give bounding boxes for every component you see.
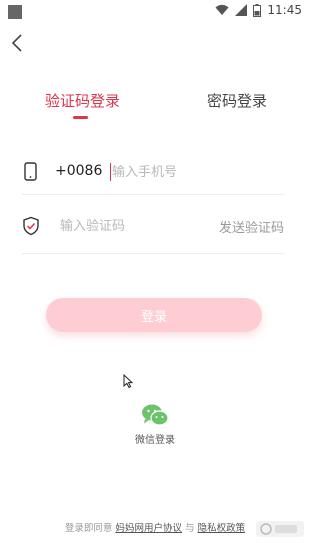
status-time: 11:45 <box>267 3 302 17</box>
login-button[interactable]: 登录 <box>46 298 262 332</box>
wechat-login-label: 微信登录 <box>135 435 175 446</box>
verification-code-input[interactable] <box>60 213 190 239</box>
mouse-cursor-icon <box>123 374 133 388</box>
code-row: 发送验证码 <box>22 206 284 246</box>
tab-sms-login[interactable]: 验证码登录 <box>45 90 120 111</box>
phone-row: +0086 <box>22 152 284 192</box>
country-code[interactable]: +0086 <box>55 163 102 179</box>
battery-icon <box>253 3 262 17</box>
status-bar: 11:45 <box>0 0 310 24</box>
wechat-icon[interactable] <box>141 403 169 427</box>
divider <box>22 253 284 254</box>
send-code-button[interactable]: 发送验证码 <box>219 217 284 236</box>
divider <box>22 194 284 195</box>
signal-icon <box>235 4 248 16</box>
user-agreement-link[interactable]: 妈妈网用户协议 <box>115 523 182 534</box>
text-caret <box>110 163 111 181</box>
tab-password-login[interactable]: 密码登录 <box>207 90 267 111</box>
wifi-icon <box>215 4 229 15</box>
privacy-policy-link[interactable]: 隐私权政策 <box>198 523 246 534</box>
back-arrow-icon[interactable] <box>8 32 30 54</box>
phone-icon <box>24 162 37 181</box>
status-icons: 11:45 <box>215 3 302 17</box>
app-notification-icon <box>8 5 22 19</box>
active-tab-indicator <box>73 116 88 119</box>
terms-prefix: 登录即同意 <box>64 523 113 534</box>
shield-check-icon <box>23 216 39 236</box>
terms-conjunction: 与 <box>185 523 195 534</box>
site-watermark-logo <box>256 521 304 537</box>
phone-input[interactable] <box>112 159 282 185</box>
